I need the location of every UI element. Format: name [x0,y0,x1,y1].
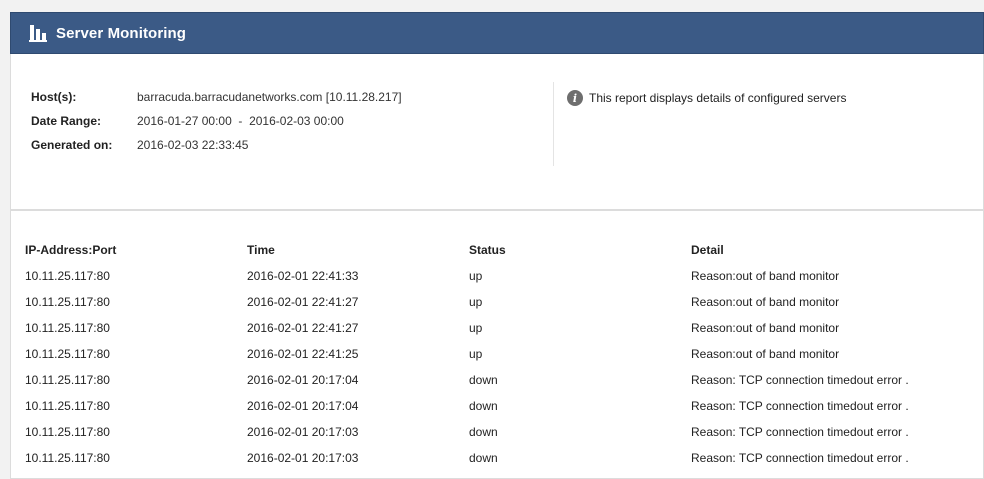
cell-status: down [469,399,498,413]
table-row: 10.11.25.117:80 2016-02-01 22:41:33 up R… [11,263,984,289]
table-row: 10.11.25.117:80 2016-02-01 20:17:03 down… [11,419,984,445]
cell-detail: Reason:out of band monitor [691,269,840,283]
report-title-bar: Server Monitoring [10,12,984,54]
table-row: 10.11.25.117:80 2016-02-01 22:41:25 up R… [11,341,984,367]
cell-detail: Reason: TCP connection timedout error . [691,373,909,387]
summary-divider [553,82,554,166]
table-row: 10.11.25.117:80 2016-02-01 20:17:04 down… [11,393,984,419]
cell-ip-port: 10.11.25.117:80 [25,425,110,439]
table-header-row: IP-Address:Port Time Status Detail [11,237,984,263]
cell-ip-port: 10.11.25.117:80 [25,373,110,387]
cell-status: up [469,347,483,361]
report-description-text: This report displays details of configur… [589,91,847,105]
table-row: 10.11.25.117:80 2016-02-01 22:41:27 up R… [11,315,984,341]
table-row: 10.11.25.117:80 2016-02-01 20:17:03 down… [11,445,984,471]
chart-bars-icon [29,24,47,42]
cell-ip-port: 10.11.25.117:80 [25,269,110,283]
table-row: 10.11.25.117:80 2016-02-01 20:17:04 down… [11,367,984,393]
cell-time: 2016-02-01 20:17:04 [247,399,359,413]
cell-status: down [469,373,498,387]
date-range-value: 2016-01-27 00:00 - 2016-02-03 00:00 [137,114,344,128]
cell-time: 2016-02-01 20:17:04 [247,373,359,387]
cell-ip-port: 10.11.25.117:80 [25,399,110,413]
cell-ip-port: 10.11.25.117:80 [25,347,110,361]
cell-time: 2016-02-01 22:41:27 [247,295,359,309]
cell-ip-port: 10.11.25.117:80 [25,321,110,335]
report-title: Server Monitoring [56,24,187,42]
cell-detail: Reason:out of band monitor [691,347,840,361]
info-icon: i [567,90,583,106]
cell-ip-port: 10.11.25.117:80 [25,295,110,309]
cell-ip-port: 10.11.25.117:80 [25,451,110,465]
cell-detail: Reason: TCP connection timedout error . [691,399,909,413]
cell-time: 2016-02-01 20:17:03 [247,451,359,465]
cell-status: down [469,451,498,465]
cell-status: up [469,269,483,283]
cell-time: 2016-02-01 22:41:25 [247,347,359,361]
column-header-time: Time [247,243,275,257]
report-summary-panel: Host(s): barracuda.barracudanetworks.com… [10,54,984,210]
host-label: Host(s): [31,90,77,104]
cell-detail: Reason: TCP connection timedout error . [691,451,909,465]
date-range-label: Date Range: [31,114,102,128]
report-page: Server Monitoring Host(s): barracuda.bar… [10,12,984,479]
column-header-detail: Detail [691,243,724,257]
server-status-table: IP-Address:Port Time Status Detail 10.11… [10,210,984,479]
column-header-ip-port: IP-Address:Port [25,243,117,257]
host-value: barracuda.barracudanetworks.com [10.11.2… [137,90,402,104]
report-description: i This report displays details of config… [567,90,846,106]
cell-time: 2016-02-01 22:41:27 [247,321,359,335]
report-meta: Host(s): barracuda.barracudanetworks.com… [31,90,402,152]
table-row: 10.11.25.117:80 2016-02-01 22:41:27 up R… [11,289,984,315]
cell-detail: Reason:out of band monitor [691,295,840,309]
cell-status: up [469,295,483,309]
cell-detail: Reason:out of band monitor [691,321,840,335]
generated-on-value: 2016-02-03 22:33:45 [137,138,249,152]
generated-on-label: Generated on: [31,138,113,152]
column-header-status: Status [469,243,506,257]
cell-detail: Reason: TCP connection timedout error . [691,425,909,439]
cell-time: 2016-02-01 20:17:03 [247,425,359,439]
cell-status: up [469,321,483,335]
cell-time: 2016-02-01 22:41:33 [247,269,359,283]
cell-status: down [469,425,498,439]
